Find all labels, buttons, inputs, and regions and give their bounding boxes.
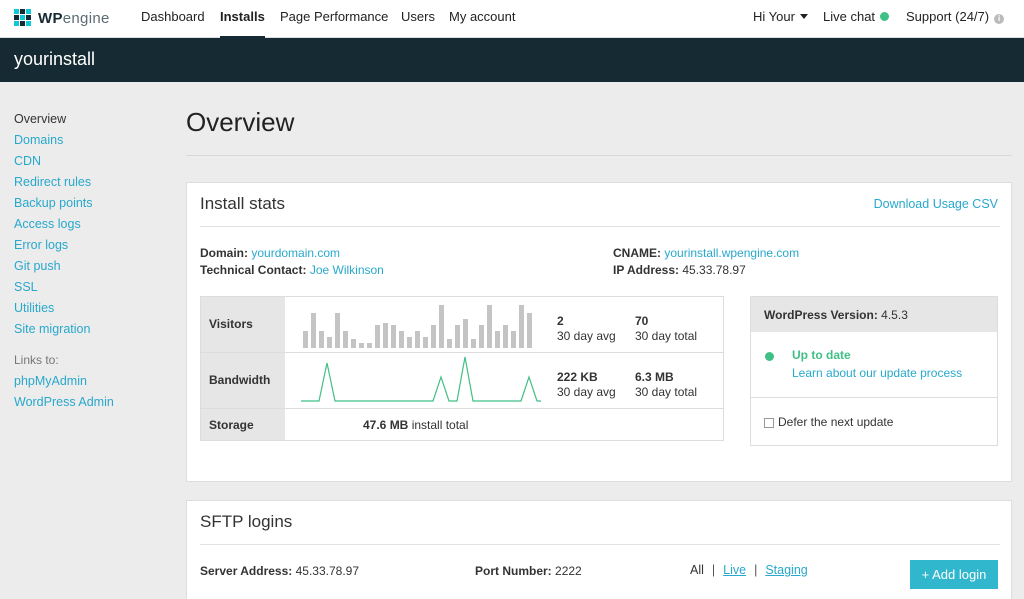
- wpengine-logo-icon: [14, 9, 32, 27]
- sidebar-link-wordpress-admin[interactable]: WordPress Admin: [14, 394, 164, 415]
- nav-installs[interactable]: Installs: [220, 0, 265, 38]
- storage-label: Storage: [209, 418, 254, 432]
- support-link[interactable]: Support (24/7) i: [906, 0, 1005, 38]
- visitors-label: Visitors: [209, 317, 253, 331]
- sidebar-item-site-migration[interactable]: Site migration: [14, 321, 164, 342]
- up-to-date-status-icon: [765, 352, 774, 361]
- row-divider: [201, 352, 723, 353]
- sidebar-item-access-logs[interactable]: Access logs: [14, 216, 164, 237]
- sidebar-item-redirect-rules[interactable]: Redirect rules: [14, 174, 164, 195]
- sidebar-item-domains[interactable]: Domains: [14, 132, 164, 153]
- nav-page-performance[interactable]: Page Performance: [280, 0, 388, 38]
- sidebar-link-phpmyadmin[interactable]: phpMyAdmin: [14, 373, 164, 394]
- sidebar-item-cdn[interactable]: CDN: [14, 153, 164, 174]
- title-divider: [186, 155, 1012, 156]
- row-divider: [201, 408, 723, 409]
- server-address-value: 45.33.78.97: [295, 564, 360, 578]
- live-chat-link[interactable]: Live chat: [823, 0, 890, 38]
- environment-filter: All | Live | Staging: [690, 563, 808, 577]
- wordpress-version-value: 4.5.3: [881, 308, 908, 322]
- bandwidth-sparkline: [301, 356, 541, 402]
- port-number-label: Port Number:: [475, 564, 552, 578]
- sidebar-item-error-logs[interactable]: Error logs: [14, 237, 164, 258]
- port-number-info: Port Number: 2222: [475, 563, 582, 580]
- domain-link[interactable]: yourdomain.com: [251, 246, 340, 260]
- bandwidth-total: 6.3 MB 30 day total: [635, 370, 698, 399]
- wordpress-version-header: WordPress Version: 4.5.3: [751, 297, 997, 332]
- install-stats-card: Install stats Download Usage CSV Domain:…: [186, 182, 1012, 482]
- wordpress-version-label: WordPress Version:: [764, 308, 878, 322]
- support-label: Support (24/7): [906, 9, 990, 24]
- domain-contact-info: Domain: yourdomain.com Technical Contact…: [200, 245, 384, 279]
- nav-my-account[interactable]: My account: [449, 0, 515, 38]
- update-status: Up to date: [792, 348, 851, 362]
- online-status-icon: [880, 12, 890, 21]
- server-address-info: Server Address: 45.33.78.97: [200, 563, 359, 580]
- filter-live[interactable]: Live: [723, 563, 746, 577]
- sftp-logins-title: SFTP logins: [200, 512, 293, 531]
- usage-stats-table: Visitors 2 30 day avg 70 30 day total Band…: [200, 296, 724, 441]
- sidebar-item-utilities[interactable]: Utilities: [14, 300, 164, 321]
- links-to-label: Links to:: [14, 353, 59, 367]
- top-nav: WPengine Dashboard Installs Page Perform…: [0, 0, 1024, 38]
- learn-update-process-link[interactable]: Learn about our update process: [792, 366, 962, 380]
- wpengine-logo[interactable]: WPengine: [14, 8, 110, 28]
- install-stats-title: Install stats: [200, 194, 286, 213]
- sidebar-item-ssl[interactable]: SSL: [14, 279, 164, 300]
- filter-staging[interactable]: Staging: [765, 563, 807, 577]
- live-chat-label: Live chat: [823, 9, 876, 24]
- cname-link[interactable]: yourinstall.wpengine.com: [664, 246, 799, 260]
- caret-down-icon: [799, 14, 808, 19]
- server-address-label: Server Address:: [200, 564, 293, 578]
- cname-ip-info: CNAME: yourinstall.wpengine.com IP Addre…: [613, 245, 799, 279]
- visitors-avg: 2 30 day avg: [557, 314, 616, 343]
- ip-address-label: IP Address:: [613, 263, 680, 277]
- visitors-sparkline: [303, 305, 532, 348]
- domain-label: Domain:: [200, 246, 248, 260]
- sidebar-item-backup-points[interactable]: Backup points: [14, 195, 164, 216]
- bandwidth-label: Bandwidth: [209, 373, 271, 387]
- page-title: Overview: [186, 107, 295, 137]
- port-number-value: 2222: [555, 564, 582, 578]
- wordpress-version-panel: WordPress Version: 4.5.3 Up to date Lear…: [750, 296, 998, 446]
- sidebar-item-git-push[interactable]: Git push: [14, 258, 164, 279]
- nav-users[interactable]: Users: [401, 0, 435, 38]
- user-menu-label: Hi Your: [753, 9, 795, 24]
- download-usage-csv-link[interactable]: Download Usage CSV: [874, 197, 998, 211]
- card-divider: [200, 544, 1000, 545]
- card-divider: [200, 226, 1000, 227]
- install-header: yourinstall: [0, 38, 1024, 82]
- logo-text: WPengine: [38, 9, 110, 27]
- sidebar: Overview Domains CDN Redirect rules Back…: [14, 111, 164, 415]
- visitors-total: 70 30 day total: [635, 314, 698, 343]
- info-icon: i: [994, 14, 1005, 24]
- bandwidth-avg: 222 KB 30 day avg: [557, 370, 616, 399]
- sftp-logins-card: SFTP logins Server Address: 45.33.78.97 …: [186, 500, 1012, 599]
- user-menu[interactable]: Hi Your: [753, 0, 808, 38]
- sidebar-item-overview[interactable]: Overview: [14, 111, 164, 132]
- storage-value: 47.6 MB install total: [363, 418, 469, 432]
- add-login-button[interactable]: + Add login: [910, 560, 998, 589]
- install-name: yourinstall: [14, 49, 96, 69]
- technical-contact-link[interactable]: Joe Wilkinson: [310, 263, 384, 277]
- defer-update-label[interactable]: Defer the next update: [778, 415, 893, 429]
- technical-contact-label: Technical Contact:: [200, 263, 307, 277]
- defer-update-checkbox[interactable]: [764, 418, 774, 428]
- ip-address-value: 45.33.78.97: [682, 263, 746, 277]
- panel-divider: [751, 397, 997, 398]
- filter-all[interactable]: All: [690, 563, 704, 577]
- cname-label: CNAME:: [613, 246, 661, 260]
- nav-dashboard[interactable]: Dashboard: [141, 0, 205, 38]
